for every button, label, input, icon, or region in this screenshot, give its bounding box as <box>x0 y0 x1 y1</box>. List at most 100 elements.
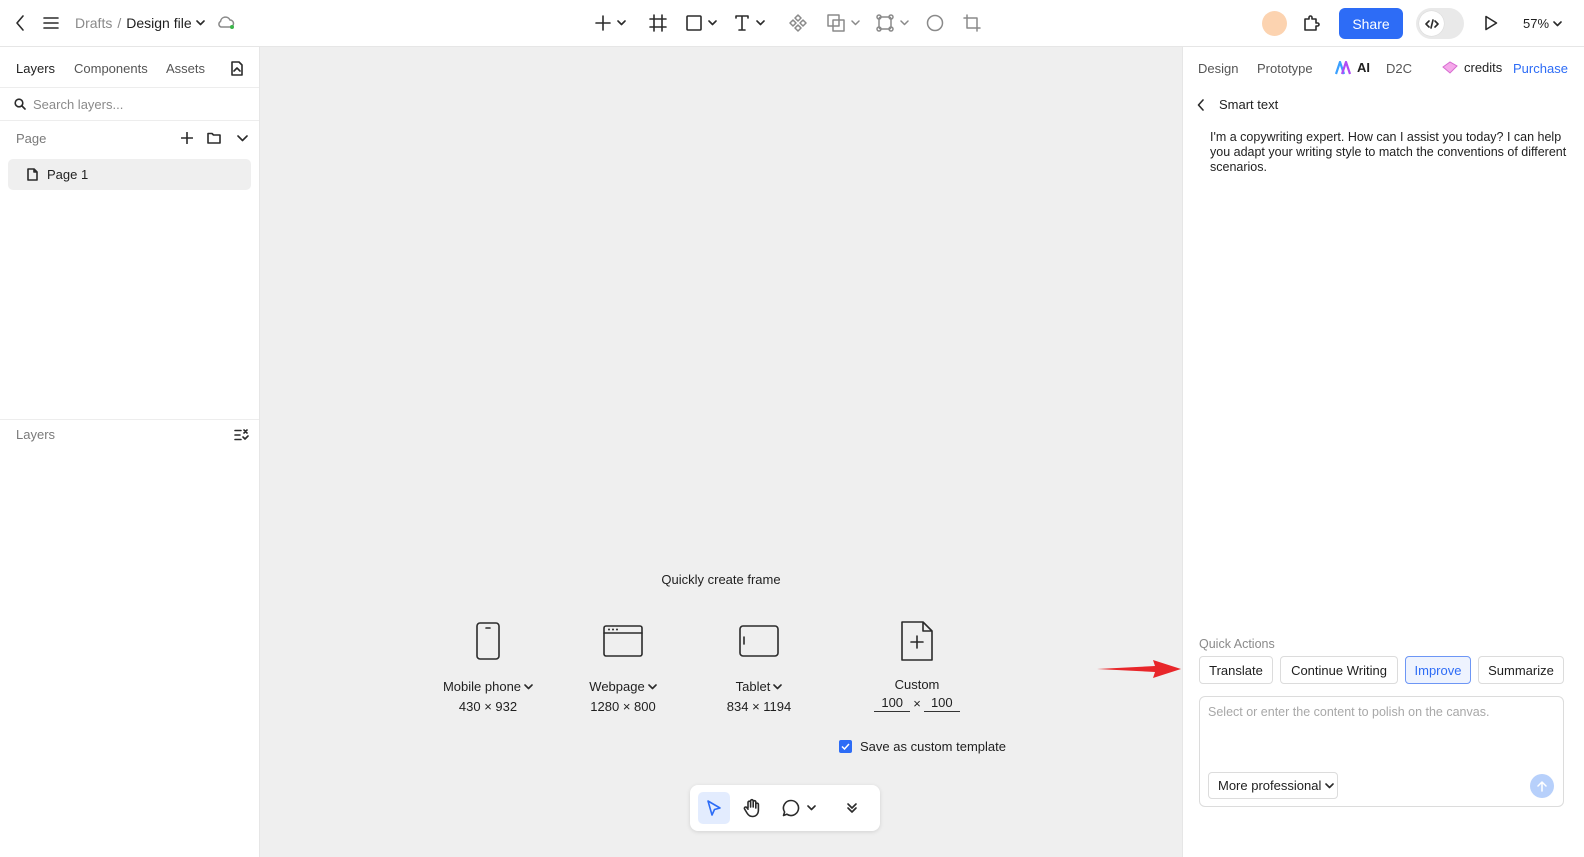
boolean-tool-button[interactable] <box>825 12 861 34</box>
frame-option-custom[interactable]: Custom × <box>852 619 982 712</box>
continue-writing-button[interactable]: Continue Writing <box>1280 656 1398 684</box>
tab-layers[interactable]: Layers <box>16 61 55 76</box>
bottom-toolbar <box>690 785 880 831</box>
page-folder-button[interactable] <box>206 130 222 146</box>
avatar[interactable] <box>1262 11 1287 36</box>
tab-prototype[interactable]: Prototype <box>1257 61 1313 76</box>
ellipse-tool-button[interactable] <box>924 12 946 34</box>
frame-name: Tablet <box>735 679 771 694</box>
collapse-pages-button[interactable] <box>234 130 250 146</box>
canvas[interactable]: Quickly create frame Mobile phone 430 × … <box>260 47 1182 857</box>
page-section-label: Page <box>16 131 47 146</box>
share-button[interactable]: Share <box>1339 8 1403 39</box>
chevron-down-icon <box>616 20 626 26</box>
webpage-icon <box>603 625 643 657</box>
more-tools-button[interactable] <box>836 792 868 824</box>
zoom-value: 57% <box>1523 16 1550 31</box>
frame-size: 1280 × 800 <box>590 699 656 714</box>
select-tool-button[interactable] <box>698 792 730 824</box>
text-icon <box>734 15 749 31</box>
page-icon <box>27 168 38 181</box>
library-icon <box>231 60 243 76</box>
translate-button[interactable]: Translate <box>1199 656 1273 684</box>
tab-d2c[interactable]: D2C <box>1386 61 1412 76</box>
save-template-label: Save as custom template <box>860 739 1006 754</box>
summarize-button[interactable]: Summarize <box>1478 656 1564 684</box>
comment-icon <box>782 799 800 817</box>
mask-icon <box>875 14 894 32</box>
ai-message: I'm a copywriting expert. How can I assi… <box>1210 130 1567 174</box>
double-chevron-down-icon <box>847 803 857 813</box>
frame-name: Webpage <box>589 679 645 694</box>
add-tool-button[interactable] <box>591 12 629 34</box>
chevron-down-icon <box>850 20 860 26</box>
component-icon <box>789 14 807 32</box>
crop-tool-button[interactable] <box>961 12 983 34</box>
text-tool-button[interactable] <box>731 12 767 34</box>
boolean-icon <box>826 14 845 32</box>
plus-icon <box>594 15 611 31</box>
shape-tool-button[interactable] <box>683 12 719 34</box>
zoom-dropdown[interactable]: 57% <box>1523 16 1562 31</box>
save-template-option[interactable]: Save as custom template <box>839 739 1006 754</box>
search-bar <box>0 87 259 121</box>
custom-width-input[interactable] <box>874 695 911 712</box>
divider <box>0 419 259 420</box>
top-toolbar: Drafts / Design file Share 57% <box>0 0 1584 47</box>
hand-tool-button[interactable] <box>736 792 768 824</box>
library-button[interactable] <box>228 59 246 77</box>
pointer-icon <box>707 799 721 816</box>
cloud-sync-icon <box>216 14 236 32</box>
chevron-down-icon[interactable] <box>773 683 783 690</box>
mask-tool-button[interactable] <box>874 12 910 34</box>
frame-option-tablet[interactable]: Tablet 834 × 1194 <box>694 619 824 714</box>
component-tool-button[interactable] <box>787 12 809 34</box>
quick-actions-label: Quick Actions <box>1199 637 1275 651</box>
comment-tool-button[interactable] <box>776 792 822 824</box>
custom-height-input[interactable] <box>923 695 960 712</box>
tab-components[interactable]: Components <box>74 61 148 76</box>
breadcrumb-drafts[interactable]: Drafts <box>75 15 112 31</box>
prompt-input[interactable] <box>1208 705 1553 755</box>
layer-options-button[interactable] <box>232 426 250 444</box>
page-list-item[interactable]: Page 1 <box>8 159 251 190</box>
ai-logo-icon <box>1335 60 1352 74</box>
send-button[interactable] <box>1530 774 1554 798</box>
frame-option-webpage[interactable]: Webpage 1280 × 800 <box>558 619 688 714</box>
dev-mode-toggle[interactable] <box>1416 8 1464 39</box>
tab-design[interactable]: Design <box>1198 61 1238 76</box>
chevron-down-icon[interactable] <box>524 683 533 690</box>
frame-tool-button[interactable] <box>647 12 669 34</box>
add-page-button[interactable] <box>179 130 195 146</box>
layers-section-label: Layers <box>16 427 56 442</box>
chevron-down-icon <box>1325 782 1335 788</box>
chevron-down-icon[interactable] <box>647 683 657 690</box>
search-icon <box>14 98 26 110</box>
left-panel: Layers Components Assets Page Page 1 Lay… <box>0 47 260 857</box>
plugins-button[interactable] <box>1300 12 1322 34</box>
file-name[interactable]: Design file <box>126 15 191 31</box>
frame-icon <box>649 14 667 32</box>
credits-label: credits <box>1464 60 1503 75</box>
search-input[interactable] <box>33 96 233 112</box>
play-button[interactable] <box>1481 13 1501 33</box>
chevron-down-icon <box>707 20 717 26</box>
improve-button[interactable]: Improve <box>1405 656 1471 684</box>
purchase-link[interactable]: Purchase <box>1513 61 1568 76</box>
checkmark-icon <box>841 743 850 750</box>
tab-assets[interactable]: Assets <box>166 61 205 76</box>
back-chevron-icon[interactable] <box>1197 98 1205 111</box>
chevron-down-icon <box>899 20 909 26</box>
back-icon[interactable] <box>10 12 30 34</box>
rectangle-icon <box>685 15 702 31</box>
checkbox-checked[interactable] <box>839 740 852 753</box>
play-icon <box>1485 15 1498 31</box>
circle-icon <box>926 14 944 32</box>
menu-icon[interactable] <box>41 12 61 34</box>
folder-icon <box>207 132 221 144</box>
tone-select[interactable]: More professional <box>1208 772 1338 799</box>
chevron-down-icon[interactable] <box>195 20 205 26</box>
frame-option-mobile[interactable]: Mobile phone 430 × 932 <box>423 619 553 714</box>
tab-ai[interactable]: AI <box>1335 60 1370 75</box>
prompt-box: More professional <box>1199 696 1564 807</box>
